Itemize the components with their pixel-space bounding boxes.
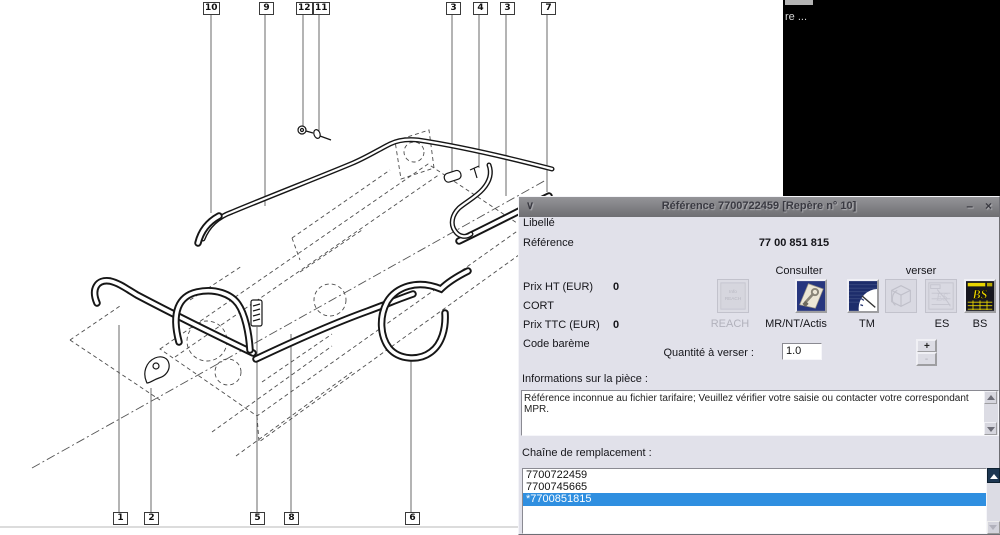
terminal-text: re ... [785, 11, 807, 23]
callout-2[interactable]: 2 [144, 512, 159, 525]
bs-button-label: BS [940, 318, 1000, 330]
reach-icon: Info REACH [718, 280, 748, 312]
list-item-selected[interactable]: *7700851815 [523, 493, 986, 506]
info-label: Informations sur la pièce : [522, 373, 648, 385]
manual-wrench-icon [797, 281, 825, 311]
chain-scroll-down-button[interactable] [987, 521, 1000, 534]
svg-text:REACH: REACH [725, 296, 741, 301]
terminal-titlebar-fragment [785, 0, 813, 5]
es-button: ES [925, 279, 957, 313]
cort-label: CORT [523, 300, 554, 312]
reference-label: Référence [523, 237, 574, 249]
callout-7[interactable]: 7 [541, 2, 556, 15]
code-bareme-label: Code barème [523, 338, 590, 350]
chain-listbox[interactable]: 7700722459 7700745665 *7700851815 [522, 468, 987, 534]
callout-12[interactable]: 12 [296, 2, 313, 15]
bareme-bs-icon: BS [966, 281, 994, 311]
callout-6[interactable]: 6 [405, 512, 420, 525]
prix-ttc-value: 0 [613, 319, 619, 331]
reach-button: Info REACH [717, 279, 749, 313]
prix-ttc-label: Prix TTC (EUR) [523, 319, 600, 331]
callout-3a[interactable]: 3 [446, 2, 461, 15]
svg-text:BS: BS [972, 288, 988, 302]
tm-button-label: TM [827, 318, 907, 330]
callout-9[interactable]: 9 [259, 2, 274, 15]
mrnt-actis-button[interactable] [795, 279, 827, 313]
prix-ht-label: Prix HT (EUR) [523, 281, 593, 293]
dialog-titlebar[interactable]: ∨ Référence 7700722459 [Repère n° 10] – … [519, 197, 999, 217]
dialog-title: Référence 7700722459 [Repère n° 10] [519, 200, 999, 212]
info-text: Référence inconnue au fichier tarifaire;… [524, 393, 982, 415]
svg-text:Info: Info [729, 289, 737, 294]
chain-label: Chaîne de remplacement : [522, 447, 652, 459]
consulter-group-label: Consulter [749, 265, 849, 277]
gauge-icon [849, 281, 877, 311]
cube-verser-button [885, 279, 917, 313]
reference-dialog: ∨ Référence 7700722459 [Repère n° 10] – … [518, 196, 1000, 535]
scroll-up-icon [990, 474, 998, 479]
info-textarea[interactable]: Référence inconnue au fichier tarifaire;… [521, 390, 999, 436]
verser-group-label: verser [871, 265, 971, 277]
quantity-input[interactable]: 1.0 [782, 343, 822, 360]
bs-button[interactable]: BS [964, 279, 996, 313]
package-cube-icon [886, 280, 916, 312]
close-icon[interactable]: × [985, 199, 992, 213]
prix-ht-value: 0 [613, 281, 619, 293]
info-scrollbar[interactable] [984, 391, 998, 435]
callout-8[interactable]: 8 [284, 512, 299, 525]
scroll-down-icon [987, 427, 995, 432]
libelle-label: Libellé [523, 217, 555, 229]
list-item[interactable]: 7700722459 [523, 469, 986, 481]
tm-button[interactable] [847, 279, 879, 313]
chain-scroll-up-button[interactable] [987, 468, 1000, 483]
quantity-label: Quantité à verser : [649, 347, 754, 359]
svg-text:ES: ES [935, 293, 947, 304]
schematic-icon: ES [926, 280, 956, 312]
callout-1[interactable]: 1 [113, 512, 128, 525]
quantity-plus-button[interactable]: + [916, 339, 937, 353]
list-item[interactable]: 7700745665 [523, 481, 986, 493]
callout-3b[interactable]: 3 [500, 2, 515, 15]
quantity-minus-button[interactable]: - [916, 352, 937, 366]
scroll-up-icon [987, 395, 995, 400]
info-scroll-up-button[interactable] [984, 391, 997, 404]
minimize-icon[interactable]: – [966, 199, 973, 213]
reference-value: 77 00 851 815 [709, 237, 879, 249]
callout-4[interactable]: 4 [473, 2, 488, 15]
background-terminal-window: re ... [783, 0, 1000, 197]
mrnt-actis-button-label: MR/NT/Actis [756, 318, 836, 330]
callout-10[interactable]: 10 [203, 2, 220, 15]
callout-5[interactable]: 5 [250, 512, 265, 525]
callout-11[interactable]: 11 [313, 2, 330, 15]
info-scroll-down-button[interactable] [984, 422, 997, 435]
chain-scrollbar[interactable] [987, 468, 1000, 534]
scroll-down-icon [989, 525, 997, 530]
